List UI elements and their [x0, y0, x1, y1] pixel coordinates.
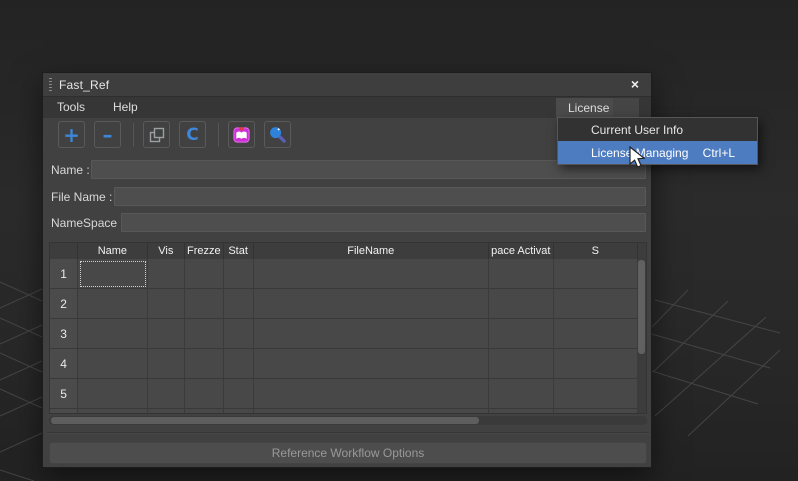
row-number[interactable]: 2 [50, 289, 78, 319]
table-cell[interactable] [78, 349, 147, 379]
menu-item-license-managing[interactable]: License Managing Ctrl+L [558, 141, 757, 164]
menubar-corner [613, 98, 639, 118]
add-reference-button[interactable]: + [58, 121, 85, 148]
footer-divider [47, 432, 649, 433]
search-icon [268, 125, 287, 144]
namespace-input[interactable] [121, 213, 646, 232]
table-cell[interactable] [148, 289, 186, 319]
table-cell[interactable] [185, 319, 223, 349]
table-cell[interactable] [489, 259, 554, 289]
menu-item-current-user-info[interactable]: Current User Info [558, 118, 757, 141]
column-header-corner[interactable] [50, 243, 78, 259]
reference-table: Name Vis Frezze Stat FileName pace Activ… [49, 242, 647, 414]
vertical-scrollbar[interactable] [637, 259, 646, 413]
table-cell[interactable] [554, 319, 638, 349]
table-cell[interactable] [554, 349, 638, 379]
import-library-icon [232, 125, 251, 144]
reference-workflow-options-button[interactable]: Reference Workflow Options [49, 442, 647, 464]
table-cell[interactable] [78, 379, 147, 409]
table-cell[interactable] [224, 379, 254, 409]
table-cell[interactable] [78, 289, 147, 319]
table-cell[interactable] [185, 349, 223, 379]
table-cell[interactable] [148, 319, 186, 349]
import-library-button[interactable] [228, 121, 255, 148]
table-header: Name Vis Frezze Stat FileName pace Activ… [50, 243, 638, 259]
row-number[interactable]: 4 [50, 349, 78, 379]
table-row [50, 409, 638, 413]
table-row: 3 [50, 319, 638, 349]
remove-reference-button[interactable]: – [94, 121, 121, 148]
column-header-s[interactable]: S [554, 243, 638, 259]
table-cell[interactable] [185, 379, 223, 409]
toolbar-separator [218, 123, 219, 147]
table-cell[interactable] [554, 259, 638, 289]
table-cell[interactable] [224, 289, 254, 319]
name-row: Name : [51, 160, 90, 179]
plus-icon: + [63, 125, 80, 145]
menu-item-shortcut: Ctrl+L [703, 146, 735, 160]
duplicate-button[interactable] [143, 121, 170, 148]
menu-tools[interactable]: Tools [43, 97, 99, 118]
refresh-button[interactable]: C [179, 121, 206, 148]
table-cell[interactable] [185, 259, 223, 289]
table-cell[interactable] [254, 319, 489, 349]
table-cell[interactable] [148, 379, 186, 409]
horizontal-scrollbar[interactable] [49, 416, 647, 425]
menubar: Tools Help License [43, 96, 651, 118]
horizontal-scrollbar-thumb[interactable] [51, 417, 479, 424]
search-button[interactable] [264, 121, 291, 148]
table-cell[interactable] [489, 379, 554, 409]
column-header-filename[interactable]: FileName [254, 243, 489, 259]
namespace-label: NameSpace : [51, 216, 124, 230]
menu-item-label: Current User Info [591, 123, 683, 137]
table-cell[interactable] [224, 349, 254, 379]
table-cell[interactable] [78, 319, 147, 349]
vertical-scrollbar-thumb[interactable] [638, 260, 645, 354]
close-icon[interactable]: × [631, 76, 639, 92]
table-cell[interactable] [148, 259, 186, 289]
file-name-input[interactable] [114, 187, 646, 206]
table-row: 4 [50, 349, 638, 379]
name-label: Name : [51, 163, 90, 177]
table-cell[interactable] [489, 349, 554, 379]
table-cell-selected[interactable] [78, 259, 147, 289]
namespace-row: NameSpace : [51, 213, 124, 232]
menu-license[interactable]: License [556, 98, 621, 118]
row-number[interactable]: 1 [50, 259, 78, 289]
table-cell[interactable] [554, 289, 638, 319]
table-cell[interactable] [254, 259, 489, 289]
table-row: 1 [50, 259, 638, 289]
table-row: 5 [50, 379, 638, 409]
table-cell[interactable] [254, 289, 489, 319]
table-cell[interactable] [254, 349, 489, 379]
column-header-stat[interactable]: Stat [224, 243, 254, 259]
file-name-label: File Name : [51, 190, 112, 204]
column-header-name[interactable]: Name [78, 243, 147, 259]
toolbar-separator [133, 123, 134, 147]
file-name-row: File Name : [51, 187, 112, 206]
mouse-cursor [628, 146, 646, 170]
license-menu-dropdown: Current User Info License Managing Ctrl+… [557, 117, 758, 165]
drag-handle-icon[interactable] [49, 78, 52, 92]
minus-icon: – [103, 125, 113, 145]
c-icon: C [186, 125, 198, 145]
table-cell[interactable] [554, 379, 638, 409]
table-cell[interactable] [254, 379, 489, 409]
window-title: Fast_Ref [59, 78, 109, 92]
table-cell[interactable] [148, 349, 186, 379]
table-cell[interactable] [489, 289, 554, 319]
column-header-frezze[interactable]: Frezze [185, 243, 223, 259]
column-header-vis[interactable]: Vis [148, 243, 186, 259]
table-row: 2 [50, 289, 638, 319]
row-number[interactable]: 3 [50, 319, 78, 349]
menu-help[interactable]: Help [99, 97, 152, 118]
duplicate-icon [148, 126, 166, 144]
row-number[interactable]: 5 [50, 379, 78, 409]
table-cell[interactable] [224, 259, 254, 289]
column-header-space-activate[interactable]: pace Activat [489, 243, 554, 259]
titlebar[interactable]: Fast_Ref × [43, 73, 651, 96]
table-cell[interactable] [224, 319, 254, 349]
table-cell[interactable] [489, 319, 554, 349]
table-cell[interactable] [185, 289, 223, 319]
